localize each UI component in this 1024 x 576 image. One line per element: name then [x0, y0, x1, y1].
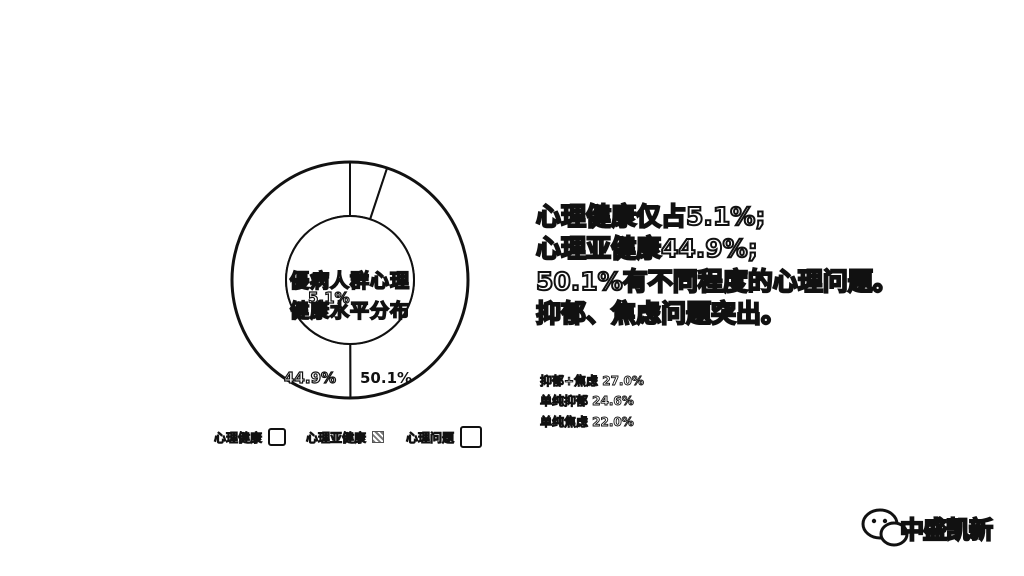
brand-logo-text: 中盛凯新: [899, 515, 994, 545]
headline-line-4: 抑郁、焦虑问题突出。: [535, 298, 787, 329]
breakdown-line-2: 单纯抑郁 24.6%: [540, 394, 635, 409]
legend-item-healthy: 心理健康: [214, 426, 287, 448]
legend-swatch: [372, 431, 385, 443]
legend-swatch: [460, 426, 483, 448]
slice-label-subhealthy: 44.9%: [284, 369, 336, 387]
legend-item-subhealthy: 心理亚健康: [306, 426, 385, 448]
breakdown-line-1: 抑郁+焦虑 27.0%: [540, 374, 645, 389]
brand-logo: 中盛凯新: [860, 502, 994, 552]
slice-label-problem: 50.1%: [360, 369, 412, 387]
headline-line-3: 50.1%有不同程度的心理问题。: [535, 266, 899, 297]
legend-label: 心理健康: [214, 430, 263, 445]
headline-line-1: 心理健康仅占5.1%;: [535, 201, 766, 232]
breakdown-line-3: 单纯焦虑 22.0%: [540, 415, 635, 430]
legend-item-problem: 心理问题: [406, 426, 483, 448]
legend-label: 心理问题: [406, 430, 455, 445]
donut-center-title-line-1: 優病人群心理: [289, 269, 410, 293]
headline-line-2: 心理亚健康44.9%;: [535, 233, 759, 264]
legend-swatch: [268, 428, 287, 446]
legend-label: 心理亚健康: [306, 430, 367, 445]
donut-center-title-line-2: 健康水平分布: [289, 299, 410, 323]
